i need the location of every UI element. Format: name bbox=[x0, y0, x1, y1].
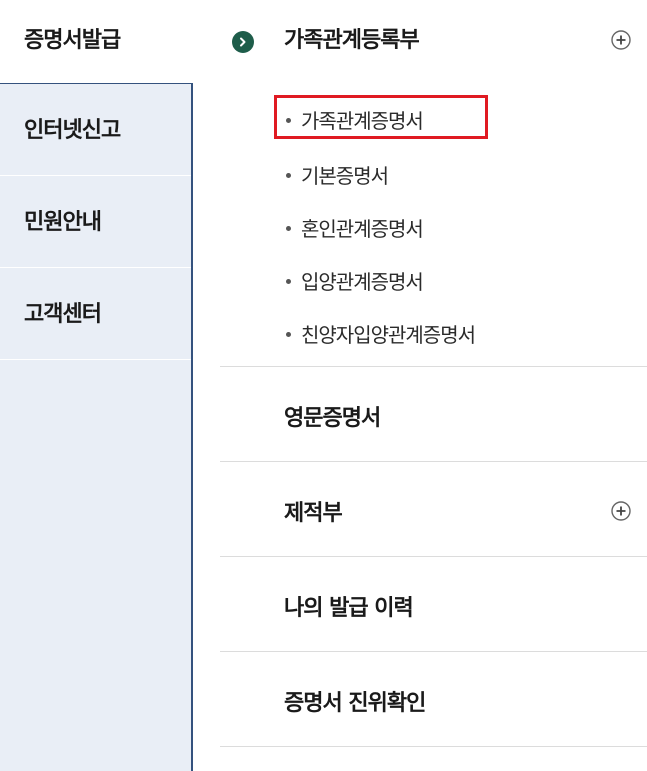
sub-item-label: 입양관계증명서 bbox=[301, 270, 424, 294]
left-nav-item-active[interactable]: 증명서발급 bbox=[0, 0, 193, 83]
sub-item-label: 친양자입양관계증명서 bbox=[301, 323, 476, 347]
sub-item-label: 기본증명서 bbox=[301, 164, 389, 188]
bullet-dot bbox=[286, 226, 291, 231]
sub-item-basic-cert[interactable]: 기본증명서 bbox=[286, 160, 389, 189]
sub-item-full-adoption-cert[interactable]: 친양자입양관계증명서 bbox=[286, 319, 476, 348]
bullet-dot bbox=[286, 279, 291, 284]
right-menu: 가족관계등록부 가족관계증명서 기본증명서 혼인관계증명서 입양관계증명서 친양… bbox=[220, 0, 647, 771]
app-root: 증명서발급 인터넷신고 민원안내 고객센터 가족관계등록부 가족관계증명서 기본… bbox=[0, 0, 647, 771]
left-nav-item-internet-report[interactable]: 인터넷신고 bbox=[0, 84, 191, 176]
arrow-right-circle-icon bbox=[232, 31, 254, 53]
left-nav-active-label: 증명서발급 bbox=[24, 28, 121, 53]
plus-circle-icon[interactable] bbox=[610, 500, 632, 522]
left-nav-item-label: 인터넷신고 bbox=[24, 118, 121, 143]
sub-menu-list: 가족관계증명서 기본증명서 혼인관계증명서 입양관계증명서 친양자입양관계증명서 bbox=[220, 83, 647, 367]
left-nav-item-customer-center[interactable]: 고객센터 bbox=[0, 268, 191, 360]
section-family-register[interactable]: 가족관계등록부 bbox=[220, 0, 647, 83]
sub-item-adoption-cert[interactable]: 입양관계증명서 bbox=[286, 266, 424, 295]
section-title: 가족관계등록부 bbox=[284, 28, 420, 53]
menu-row-label: 나의 발급 이력 bbox=[284, 596, 414, 621]
bullet-dot bbox=[286, 332, 291, 337]
bullet-dot bbox=[286, 118, 291, 123]
menu-row-removed-register[interactable]: 제적부 bbox=[220, 462, 647, 557]
menu-row-label: 제적부 bbox=[284, 501, 343, 526]
plus-circle-icon[interactable] bbox=[610, 29, 632, 51]
sub-item-label: 혼인관계증명서 bbox=[301, 217, 424, 241]
sub-item-label: 가족관계증명서 bbox=[301, 109, 424, 133]
menu-row-my-issuance-history[interactable]: 나의 발급 이력 bbox=[220, 557, 647, 652]
menu-row-label: 증명서 진위확인 bbox=[284, 691, 426, 716]
left-nav-list: 인터넷신고 민원안내 고객센터 bbox=[0, 83, 193, 771]
menu-row-cert-verification[interactable]: 증명서 진위확인 bbox=[220, 652, 647, 747]
left-nav-item-label: 민원안내 bbox=[24, 210, 102, 235]
left-nav-item-civil-guide[interactable]: 민원안내 bbox=[0, 176, 191, 268]
menu-row-label: 영문증명서 bbox=[284, 406, 381, 431]
sub-item-marriage-cert[interactable]: 혼인관계증명서 bbox=[286, 213, 424, 242]
bullet-dot bbox=[286, 173, 291, 178]
left-nav: 증명서발급 인터넷신고 민원안내 고객센터 bbox=[0, 0, 193, 771]
menu-row-english-cert[interactable]: 영문증명서 bbox=[220, 367, 647, 462]
sub-item-family-relation-cert[interactable]: 가족관계증명서 bbox=[286, 105, 424, 134]
left-nav-item-label: 고객센터 bbox=[24, 302, 102, 327]
